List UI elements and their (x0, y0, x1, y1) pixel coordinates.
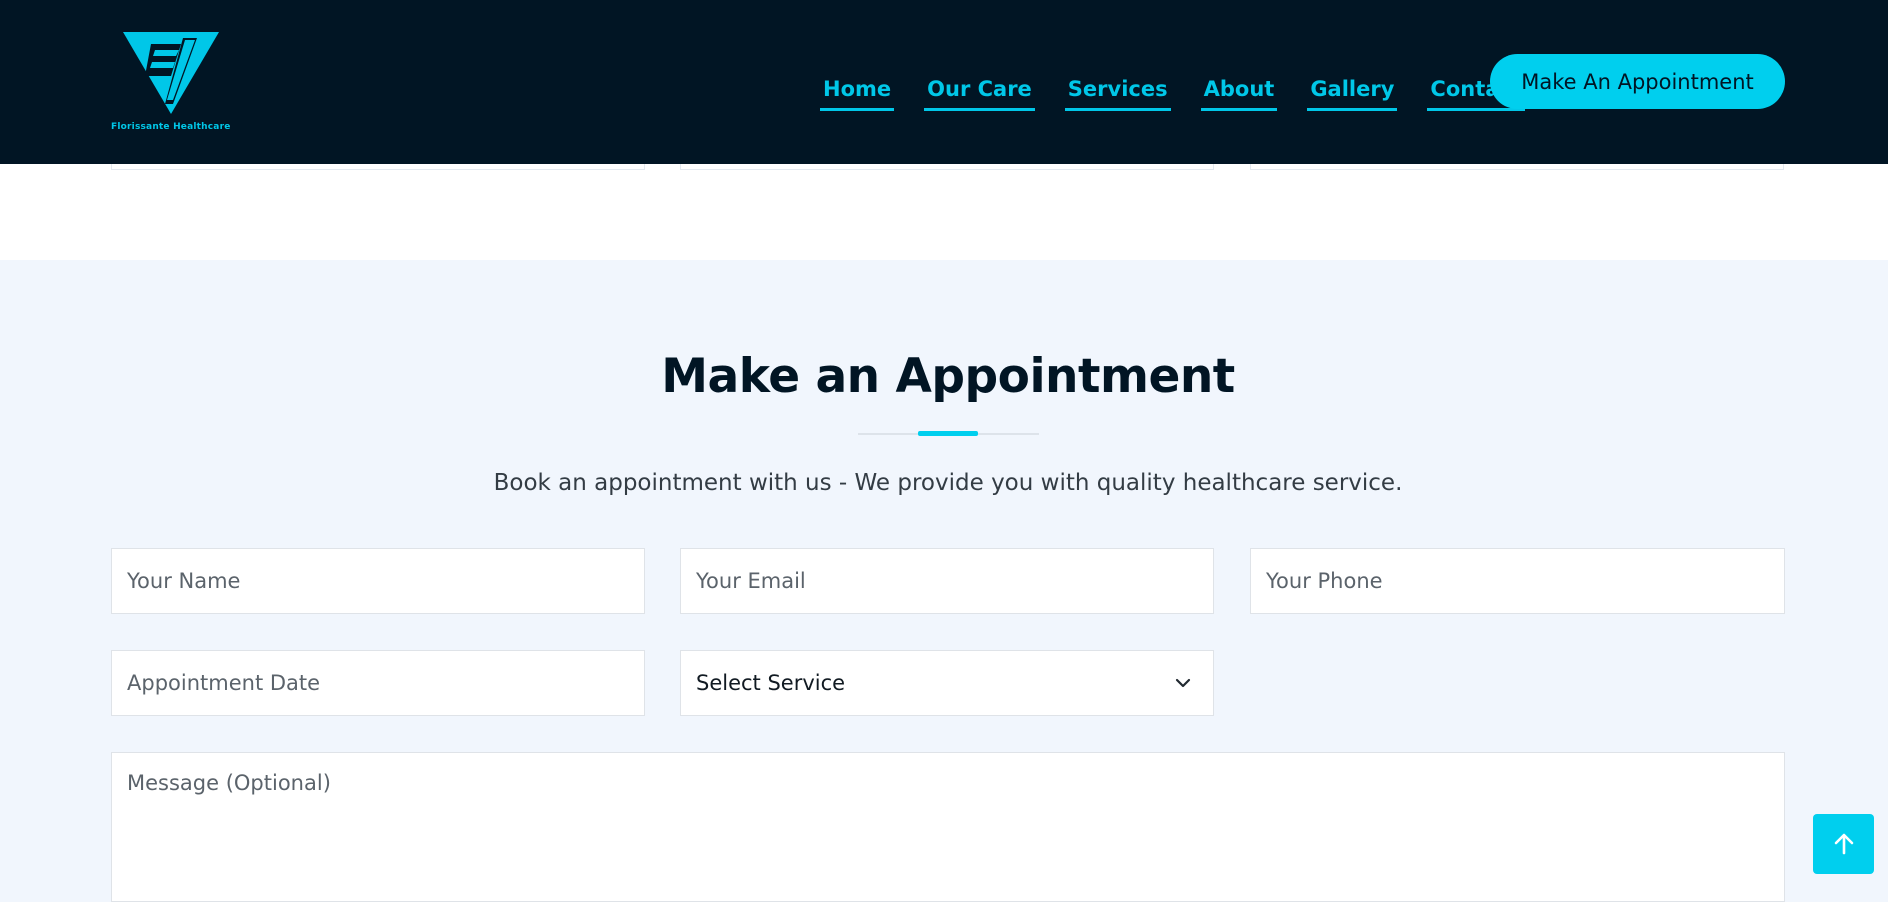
name-field[interactable]: Your Name (111, 548, 645, 614)
nav-about[interactable]: About (1200, 77, 1278, 111)
service-select-value: Select Service (696, 671, 846, 695)
site-header: Florissante Healthcare Home Our Care Ser… (0, 0, 1888, 164)
section-title: Make an Appointment (661, 349, 1235, 404)
previous-section (0, 164, 1888, 260)
appointment-date-field[interactable]: Appointment Date (111, 650, 645, 716)
brand-name: Florissante Healthcare (111, 122, 231, 132)
main-nav: Home Our Care Services About Gallery Con… (820, 0, 1555, 164)
title-divider-accent (918, 431, 978, 436)
nav-services[interactable]: Services (1064, 77, 1171, 111)
make-appointment-button[interactable]: Make An Appointment (1490, 54, 1785, 109)
arrow-up-icon (1834, 833, 1853, 855)
brand-logo[interactable]: Florissante Healthcare (111, 30, 231, 136)
message-field[interactable]: Message (Optional) (111, 752, 1785, 902)
logo-mark-icon (123, 32, 219, 114)
nav-home[interactable]: Home (820, 77, 895, 111)
nav-gallery[interactable]: Gallery (1307, 77, 1398, 111)
nav-our-care[interactable]: Our Care (924, 77, 1035, 111)
email-field[interactable]: Your Email (680, 548, 1214, 614)
section-subtitle: Book an appointment with us - We provide… (493, 470, 1403, 496)
phone-field[interactable]: Your Phone (1250, 548, 1785, 614)
service-select[interactable]: Select Service (680, 650, 1214, 716)
back-to-top-button[interactable] (1813, 814, 1874, 874)
chevron-down-icon (1175, 678, 1191, 688)
